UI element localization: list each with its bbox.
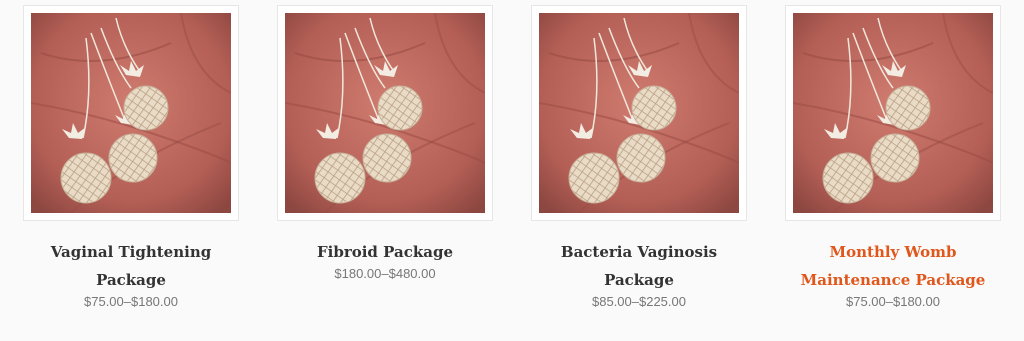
product-price: $75.00–$180.00 [84, 294, 178, 309]
product-image[interactable] [785, 5, 1001, 221]
product-card[interactable]: Fibroid Package $180.00–$480.00 [276, 5, 494, 282]
product-title-hovered[interactable]: Monthly Womb Maintenance Package [784, 238, 1002, 294]
product-title[interactable]: Bacteria Vaginosis Package [530, 238, 748, 294]
product-image[interactable] [531, 5, 747, 221]
product-price: $180.00–$480.00 [334, 266, 436, 281]
product-title[interactable]: Vaginal Tightening Package [22, 238, 240, 294]
product-title[interactable]: Fibroid Package [276, 238, 494, 266]
product-price: $75.00–$180.00 [846, 294, 940, 309]
product-card[interactable]: Bacteria Vaginosis Package $85.00–$225.0… [530, 5, 748, 310]
product-grid: Vaginal Tightening Package $75.00–$180.0… [0, 0, 1024, 341]
product-card[interactable]: Monthly Womb Maintenance Package $75.00–… [784, 5, 1002, 310]
product-price: $85.00–$225.00 [592, 294, 686, 309]
product-card[interactable]: Vaginal Tightening Package $75.00–$180.0… [22, 5, 240, 310]
product-image[interactable] [277, 5, 493, 221]
product-image[interactable] [23, 5, 239, 221]
